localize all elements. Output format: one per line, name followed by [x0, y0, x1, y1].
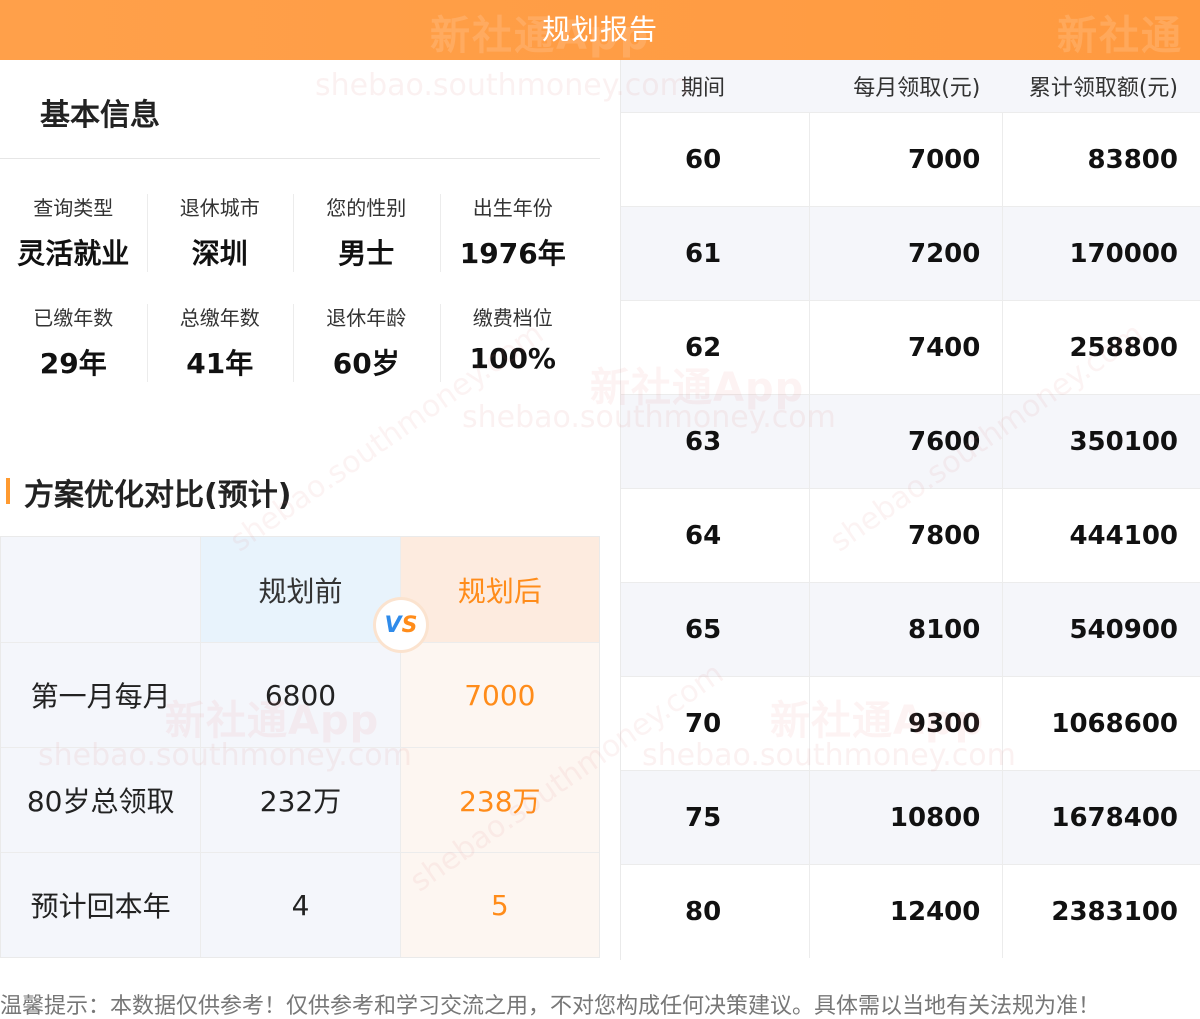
info-item-total-years: 总缴年数 41年 [146, 296, 294, 406]
table-row: 60 7000 83800 [621, 112, 1200, 206]
info-item-gender: 您的性别 男士 [293, 186, 440, 296]
info-label: 缴费档位 [472, 306, 553, 330]
optimization-title-text: 方案优化对比(预计) [24, 478, 292, 513]
comparison-row-label: 预计回本年 [1, 853, 201, 957]
cell-period: 64 [685, 520, 722, 551]
info-label: 您的性别 [326, 196, 407, 220]
info-item-query-type: 查询类型 灵活就业 [0, 186, 147, 296]
cell-period: 62 [685, 332, 722, 363]
basic-info-title: 基本信息 [40, 98, 160, 133]
basic-info-grid: 查询类型 灵活就业 退休城市 深圳 您的性别 男士 出生年份 1976年 已缴年… [0, 186, 586, 406]
cell-cumulative: 258800 [1002, 301, 1200, 394]
info-value: 灵活就业 [17, 237, 130, 270]
comparison-after-value: 7000 [399, 643, 599, 747]
info-value: 29年 [39, 347, 107, 380]
divider [0, 158, 600, 159]
comparison-table: 规划前 规划后 第一月每月 6800 7000 80岁总领取 232万 238万… [0, 536, 600, 958]
table-row: 64 7800 444100 [621, 488, 1200, 582]
cell-cumulative: 540900 [1002, 583, 1200, 676]
vs-v: V [384, 612, 402, 638]
comparison-before-value: 232万 [200, 748, 400, 852]
table-row: 80 12400 2383100 [621, 864, 1200, 958]
info-item-contribution-level: 缴费档位 100% [439, 296, 587, 406]
pension-table-body: 60 7000 83800 61 7200 170000 62 7400 258… [621, 112, 1200, 958]
cell-period: 75 [685, 802, 722, 833]
cell-monthly: 9300 [808, 677, 1003, 770]
table-row: 65 8100 540900 [621, 582, 1200, 676]
cell-cumulative: 1068600 [1002, 677, 1200, 770]
cell-monthly: 10800 [808, 771, 1003, 864]
cell-monthly: 7400 [808, 301, 1003, 394]
column-header-period: 期间 [681, 76, 726, 101]
comparison-before-value: 6800 [200, 643, 400, 747]
comparison-row-label: 80岁总领取 [1, 748, 201, 852]
table-row: 63 7600 350100 [621, 394, 1200, 488]
info-row: 已缴年数 29年 总缴年数 41年 退休年龄 60岁 缴费档位 100% [0, 296, 586, 406]
table-row: 61 7200 170000 [621, 206, 1200, 300]
header-bar: 新社通App 新社通App 规划报告 [0, 0, 1200, 119]
cell-monthly: 7600 [808, 395, 1003, 488]
info-row: 查询类型 灵活就业 退休城市 深圳 您的性别 男士 出生年份 1976年 [0, 186, 586, 296]
info-value: 男士 [338, 237, 395, 270]
cell-cumulative: 444100 [1002, 489, 1200, 582]
comparison-row-label: 第一月每月 [1, 643, 201, 747]
cell-period: 61 [685, 238, 722, 269]
info-value: 60岁 [332, 347, 400, 380]
info-value: 1976年 [459, 237, 566, 270]
info-label: 查询类型 [33, 196, 114, 220]
page-title: 规划报告 [541, 13, 658, 46]
comparison-before-value: 4 [200, 853, 400, 957]
cell-cumulative: 170000 [1002, 207, 1200, 300]
cell-period: 60 [685, 144, 722, 175]
column-header-cumulative: 累计领取额(元) [1028, 76, 1178, 101]
info-item-birth-year: 出生年份 1976年 [439, 186, 587, 296]
comparison-header-after: 规划后 [399, 537, 599, 642]
comparison-after-value: 238万 [399, 748, 599, 852]
cell-monthly: 8100 [808, 583, 1003, 676]
table-row: 75 10800 1678400 [621, 770, 1200, 864]
cell-cumulative: 83800 [1002, 113, 1200, 206]
cell-cumulative: 350100 [1002, 395, 1200, 488]
info-item-city: 退休城市 深圳 [146, 186, 294, 296]
comparison-header-row: 规划前 规划后 [1, 537, 599, 642]
column-header-monthly: 每月领取(元) [853, 76, 981, 101]
vs-s: S [401, 612, 418, 638]
info-label: 总缴年数 [179, 306, 260, 330]
info-item-paid-years: 已缴年数 29年 [0, 296, 147, 406]
left-panel: 基本信息 查询类型 灵活就业 退休城市 深圳 您的性别 男士 出生年份 1976… [0, 60, 600, 960]
optimization-title: 方案优化对比(预计) [0, 470, 292, 513]
cell-cumulative: 2383100 [1002, 865, 1200, 958]
comparison-row: 预计回本年 4 5 [1, 852, 599, 957]
info-value: 深圳 [191, 237, 248, 270]
comparison-row: 80岁总领取 232万 238万 [1, 747, 599, 852]
info-item-retire-age: 退休年龄 60岁 [293, 296, 440, 406]
cell-cumulative: 1678400 [1002, 771, 1200, 864]
table-row: 70 9300 1068600 [621, 676, 1200, 770]
cell-monthly: 7200 [808, 207, 1003, 300]
comparison-after-value: 5 [399, 853, 599, 957]
info-label: 已缴年数 [33, 306, 114, 330]
cell-monthly: 7000 [808, 113, 1003, 206]
pension-table: 期间 每月领取(元) 累计领取额(元) 60 7000 83800 61 720… [620, 60, 1200, 960]
info-label: 退休城市 [179, 196, 260, 220]
info-label: 退休年龄 [326, 306, 407, 330]
info-value: 41年 [186, 347, 254, 380]
comparison-header-empty [1, 537, 201, 642]
title-accent-bar [6, 478, 10, 504]
comparison-row: 第一月每月 6800 7000 [1, 642, 599, 747]
info-label: 出生年份 [472, 196, 553, 220]
vs-badge-icon: VS [376, 600, 426, 650]
comparison-header-before: 规划前 [200, 537, 400, 642]
cell-period: 70 [685, 708, 722, 739]
cell-monthly: 12400 [808, 865, 1003, 958]
cell-monthly: 7800 [808, 489, 1003, 582]
cell-period: 65 [685, 614, 722, 645]
cell-period: 63 [685, 426, 722, 457]
table-row: 62 7400 258800 [621, 300, 1200, 394]
footer-disclaimer: 温馨提示：本数据仅供参考！仅供参考和学习交流之用，不对您构成任何决策建议。具体需… [0, 994, 1101, 1019]
pension-table-header: 期间 每月领取(元) 累计领取额(元) [621, 60, 1200, 112]
info-value: 100% [469, 342, 556, 375]
cell-period: 80 [685, 896, 722, 927]
